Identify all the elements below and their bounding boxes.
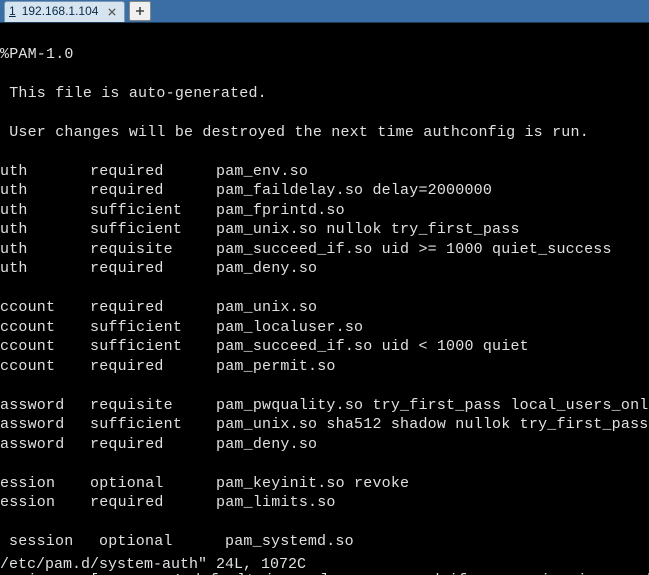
pam-rule: ccountrequiredpam_permit.so — [0, 357, 649, 377]
pam-rule: ccountsufficientpam_localuser.so — [0, 318, 649, 338]
terminal-output: %PAM-1.0 This file is auto-generated. Us… — [0, 23, 649, 575]
pam-rule: uthrequiredpam_faildelay.so delay=200000… — [0, 181, 649, 201]
blank-line — [0, 454, 649, 474]
pam-rule: uthsufficientpam_unix.so nullok try_firs… — [0, 220, 649, 240]
close-icon[interactable] — [106, 6, 118, 18]
pam-rule-session: sessionoptionalpam_systemd.so — [0, 532, 649, 552]
vim-status-line: /etc/pam.d/system-auth" 24L, 1072C — [0, 555, 306, 575]
pam-rule: asswordrequisitepam_pwquality.so try_fir… — [0, 396, 649, 416]
plus-icon — [135, 6, 145, 16]
comment-line: User changes will be destroyed the next … — [0, 123, 649, 143]
tab-bar: 1 192.168.1.104 — [0, 0, 649, 23]
pam-rule: ccountsufficientpam_succeed_if.so uid < … — [0, 337, 649, 357]
pam-rule: asswordsufficientpam_unix.so sha512 shad… — [0, 415, 649, 435]
pam-rule: uthrequiredpam_env.so — [0, 162, 649, 182]
session-tab-1[interactable]: 1 192.168.1.104 — [4, 1, 125, 22]
pam-rule: uthsufficientpam_fprintd.so — [0, 201, 649, 221]
tab-label: 192.168.1.104 — [22, 4, 99, 20]
pam-rule: essionrequiredpam_limits.so — [0, 493, 649, 513]
pam-rule: ccountrequiredpam_unix.so — [0, 298, 649, 318]
pam-rule: essionoptionalpam_keyinit.so revoke — [0, 474, 649, 494]
new-tab-button[interactable] — [129, 1, 151, 21]
comment-line: This file is auto-generated. — [0, 84, 649, 104]
blank-line — [0, 279, 649, 299]
pam-rule: uthrequiredpam_deny.so — [0, 259, 649, 279]
pam-rule: asswordrequiredpam_deny.so — [0, 435, 649, 455]
pam-header: %PAM-1.0 — [0, 45, 649, 65]
pam-rule: uthrequisitepam_succeed_if.so uid >= 100… — [0, 240, 649, 260]
tab-index: 1 — [9, 4, 16, 20]
blank-line — [0, 376, 649, 396]
